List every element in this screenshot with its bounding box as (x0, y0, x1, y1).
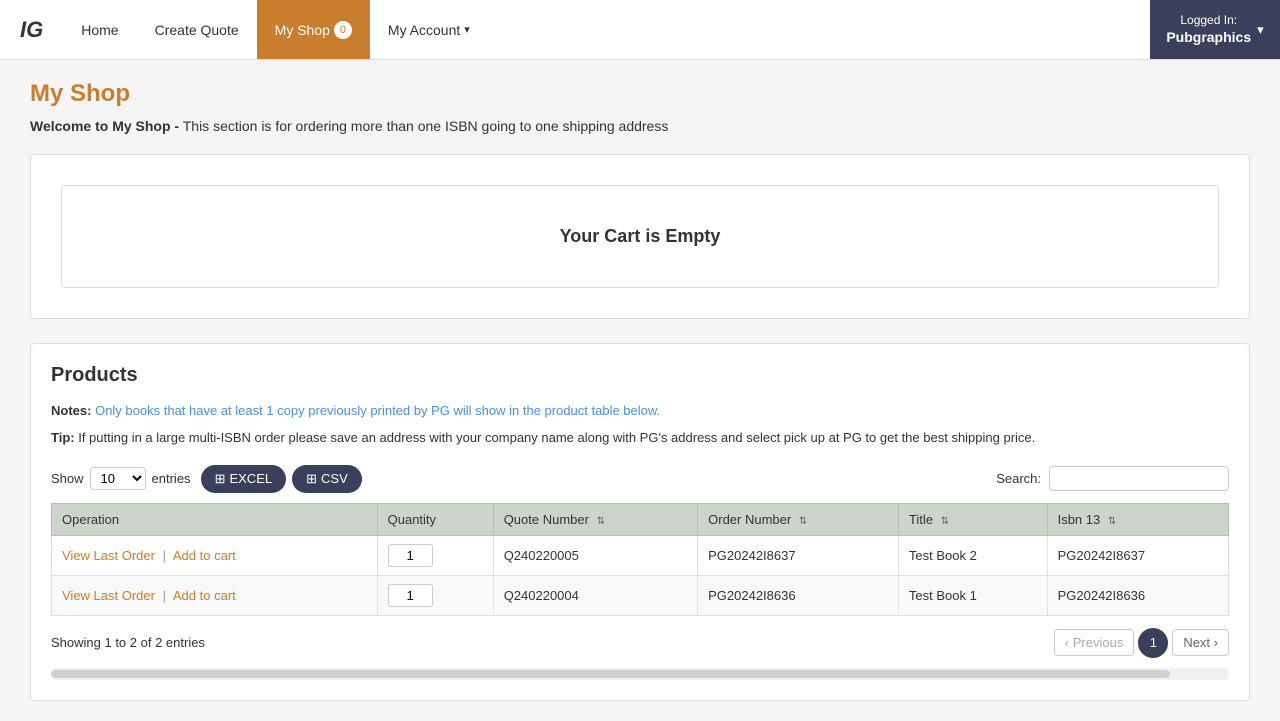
notes-block: Notes: Only books that have at least 1 c… (51, 401, 1229, 422)
nav-create-quote[interactable]: Create Quote (137, 0, 257, 59)
page-title: My Shop (30, 80, 1250, 108)
cart-empty-message: Your Cart is Empty (61, 185, 1219, 288)
tip-block: Tip: If putting in a large multi-ISBN or… (51, 428, 1229, 449)
qty-cell-0 (377, 535, 493, 575)
nav-home[interactable]: Home (63, 0, 136, 59)
quote-cell-1: Q240220004 (493, 575, 697, 615)
prev-button[interactable]: ‹ Previous (1054, 629, 1135, 656)
logged-in-username: Pubgraphics (1166, 28, 1251, 46)
order-sort-icon: ⇅ (799, 516, 807, 527)
isbn-sort-icon: ⇅ (1108, 516, 1116, 527)
excel-button[interactable]: ⊞ EXCEL (201, 465, 287, 493)
show-entries: Show 10 25 50 100 entries (51, 467, 191, 490)
search-label: Search: (996, 471, 1041, 486)
view-last-order-link-1[interactable]: View Last Order (62, 588, 155, 603)
qty-cell-1 (377, 575, 493, 615)
showing-text: Showing 1 to 2 of 2 entries (51, 635, 205, 650)
title-cell-1: Test Book 1 (898, 575, 1047, 615)
scroll-bar-area[interactable] (51, 668, 1229, 680)
products-table: Operation Quantity Quote Number ⇅ Order … (51, 503, 1229, 616)
col-quote-number[interactable]: Quote Number ⇅ (493, 503, 697, 535)
logged-in-button[interactable]: Logged In: Pubgraphics ▾ (1150, 0, 1280, 59)
table-row: View Last Order | Add to cart Q240220005… (52, 535, 1229, 575)
cart-empty-box: Your Cart is Empty (30, 154, 1250, 319)
logged-in-label: Logged In: (1166, 13, 1251, 29)
op-cell-0: View Last Order | Add to cart (52, 535, 378, 575)
csv-button[interactable]: ⊞ CSV (292, 465, 362, 493)
col-title[interactable]: Title ⇅ (898, 503, 1047, 535)
cart-badge: 0 (334, 21, 352, 39)
table-row: View Last Order | Add to cart Q240220004… (52, 575, 1229, 615)
logo: IG (0, 0, 63, 59)
search-input[interactable] (1049, 466, 1229, 491)
op-cell-1: View Last Order | Add to cart (52, 575, 378, 615)
qty-input-0[interactable] (388, 544, 433, 567)
scroll-thumb (51, 670, 1170, 678)
nav-my-account[interactable]: My Account ▾ (370, 0, 488, 59)
page-1-button[interactable]: 1 (1138, 628, 1168, 658)
col-quantity: Quantity (377, 503, 493, 535)
search-block: Search: (996, 466, 1229, 491)
title-cell-0: Test Book 2 (898, 535, 1047, 575)
qty-input-1[interactable] (388, 584, 433, 607)
view-last-order-link-0[interactable]: View Last Order (62, 548, 155, 563)
navbar: IG Home Create Quote My Shop 0 My Accoun… (0, 0, 1280, 60)
add-to-cart-link-0[interactable]: Add to cart (173, 548, 236, 563)
page-container: My Shop Welcome to My Shop - This sectio… (10, 60, 1270, 721)
page-subtitle: Welcome to My Shop - This section is for… (30, 118, 1250, 134)
export-buttons: ⊞ EXCEL ⊞ CSV (201, 465, 362, 493)
order-cell-1: PG20242I8636 (698, 575, 899, 615)
next-button[interactable]: Next › (1172, 629, 1229, 656)
isbn-cell-1: PG20242I8636 (1047, 575, 1228, 615)
order-cell-0: PG20242I8637 (698, 535, 899, 575)
tip-text: If putting in a large multi-ISBN order p… (78, 430, 1035, 445)
isbn-cell-0: PG20242I8637 (1047, 535, 1228, 575)
entries-select[interactable]: 10 25 50 100 (90, 467, 146, 490)
account-chevron-icon: ▾ (464, 23, 470, 36)
pagination: ‹ Previous 1 Next › (1054, 628, 1229, 658)
col-operation: Operation (52, 503, 378, 535)
section-title: Products (51, 364, 1229, 387)
table-footer: Showing 1 to 2 of 2 entries ‹ Previous 1… (51, 628, 1229, 658)
quote-cell-0: Q240220005 (493, 535, 697, 575)
title-sort-icon: ⇅ (941, 516, 949, 527)
add-to-cart-link-1[interactable]: Add to cart (173, 588, 236, 603)
nav-my-shop[interactable]: My Shop 0 (257, 0, 370, 59)
excel-icon: ⊞ (215, 471, 226, 487)
logged-in-chevron-icon: ▾ (1257, 22, 1264, 38)
csv-icon: ⊞ (306, 471, 317, 487)
nav-links: Home Create Quote My Shop 0 My Account ▾ (63, 0, 1150, 59)
col-order-number[interactable]: Order Number ⇅ (698, 503, 899, 535)
tip-label: Tip: (51, 430, 75, 445)
quote-sort-icon: ⇅ (597, 516, 605, 527)
products-section: Products Notes: Only books that have at … (30, 343, 1250, 701)
col-isbn13[interactable]: Isbn 13 ⇅ (1047, 503, 1228, 535)
table-toolbar: Show 10 25 50 100 entries ⊞ EXCEL (51, 465, 1229, 493)
notes-label: Notes: (51, 403, 91, 418)
notes-text: Only books that have at least 1 copy pre… (95, 403, 660, 418)
